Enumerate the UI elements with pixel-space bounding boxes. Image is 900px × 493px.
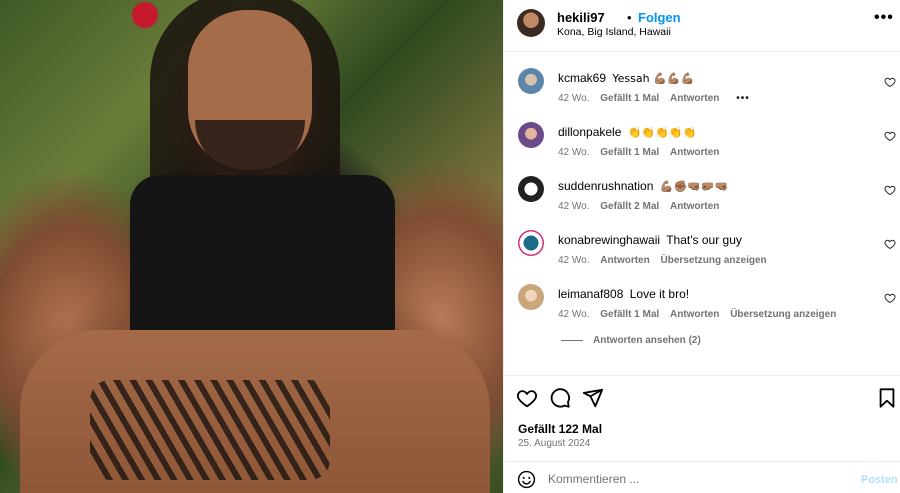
comment-composer: Posten	[504, 461, 900, 493]
commenter-avatar[interactable]	[518, 122, 544, 148]
reply-button[interactable]: Antworten	[670, 201, 719, 212]
comment-item: leimanaf808 Love it bro! 42 Wo. Gefällt …	[504, 268, 900, 322]
send-icon[interactable]	[582, 387, 604, 409]
commenter-username[interactable]: konabrewinghawaii	[558, 233, 660, 247]
post-header: hekili97 • Folgen Kona, Big Island, Hawa…	[504, 0, 900, 52]
heart-icon[interactable]	[884, 76, 896, 88]
post-comment-button[interactable]: Posten	[861, 474, 898, 486]
post-actions: Gefällt 122 Mal 25. August 2024	[504, 375, 900, 460]
comment-text: Yessah 💪🏽💪🏽💪🏽	[612, 72, 695, 85]
bookmark-icon[interactable]	[876, 387, 898, 409]
post-location[interactable]: Kona, Big Island, Hawaii	[557, 26, 671, 38]
commenter-avatar[interactable]	[518, 68, 544, 94]
comment-meta: 42 Wo. Gefällt 2 Mal Antworten	[558, 201, 727, 212]
comment-line: suddenrushnation 💪🏽✊🏽🤜🏽🤛🏽🤜🏽	[558, 179, 728, 193]
comment-likes[interactable]: Gefällt 1 Mal	[600, 309, 659, 320]
commenter-avatar[interactable]	[518, 176, 544, 202]
comment-likes[interactable]: Gefällt 1 Mal	[600, 147, 659, 158]
heart-icon[interactable]	[884, 184, 896, 196]
view-replies-button[interactable]: Antworten ansehen (2)	[561, 335, 701, 346]
comment-meta: 42 Wo. Gefällt 1 Mal Antworten Übersetzu…	[558, 309, 844, 320]
commenter-username[interactable]: dillonpakele	[558, 125, 621, 139]
more-horizontal-icon[interactable]: •••	[874, 9, 894, 27]
heart-icon[interactable]	[884, 292, 896, 304]
comment-likes[interactable]: Gefällt 2 Mal	[600, 201, 659, 212]
comment-meta: 42 Wo. Gefällt 1 Mal Antworten •••	[558, 93, 758, 104]
comment-text: Love it bro!	[629, 287, 690, 301]
reply-button[interactable]: Antworten	[670, 93, 719, 104]
post-side-panel: hekili97 • Folgen Kona, Big Island, Hawa…	[503, 0, 900, 493]
comment-item: kcmak69 Yessah 💪🏽💪🏽💪🏽 42 Wo. Gefällt 1 M…	[504, 52, 900, 106]
comment-item: suddenrushnation 💪🏽✊🏽🤜🏽🤛🏽🤜🏽 42 Wo. Gefäl…	[504, 160, 900, 214]
emoji-icon[interactable]	[517, 470, 536, 489]
follow-button[interactable]: Folgen	[638, 10, 681, 25]
comment-age[interactable]: 42 Wo.	[558, 93, 590, 104]
commenter-avatar[interactable]	[518, 230, 544, 256]
photo-tattoo	[90, 380, 330, 480]
header-separator: •	[627, 10, 632, 25]
comment-likes[interactable]: Gefällt 1 Mal	[600, 93, 659, 104]
comment-meta: 42 Wo. Antworten Übersetzung anzeigen	[558, 255, 775, 266]
likes-count[interactable]: Gefällt 122 Mal	[518, 422, 602, 436]
comment-input[interactable]	[548, 469, 848, 489]
reply-button[interactable]: Antworten	[670, 147, 719, 158]
comment-options-icon[interactable]: •••	[736, 93, 750, 104]
author-username[interactable]: hekili97	[557, 10, 605, 25]
comment-list: kcmak69 Yessah 💪🏽💪🏽💪🏽 42 Wo. Gefällt 1 M…	[504, 52, 900, 374]
comment-item: konabrewinghawaii That's our guy 42 Wo. …	[504, 214, 900, 268]
comment-age[interactable]: 42 Wo.	[558, 201, 590, 212]
comment-age[interactable]: 42 Wo.	[558, 255, 590, 266]
heart-icon[interactable]	[516, 387, 538, 409]
translate-button[interactable]: Übersetzung anzeigen	[661, 255, 767, 266]
author-avatar[interactable]	[517, 9, 545, 37]
post-date[interactable]: 25. August 2024	[518, 438, 590, 449]
comment-age[interactable]: 42 Wo.	[558, 147, 590, 158]
comment-line: konabrewinghawaii That's our guy	[558, 233, 742, 247]
view-replies-label: Antworten ansehen (2)	[593, 335, 701, 346]
commenter-username[interactable]: suddenrushnation	[558, 179, 653, 193]
replies-divider	[561, 339, 583, 341]
comment-text: 👏👏👏👏👏	[627, 126, 697, 139]
commenter-username[interactable]: leimanaf808	[558, 287, 623, 301]
comment-text: That's our guy	[666, 233, 742, 247]
commenter-username[interactable]: kcmak69	[558, 71, 606, 85]
post-photo[interactable]	[0, 0, 503, 493]
commenter-avatar[interactable]	[518, 284, 544, 310]
comment-text: 💪🏽✊🏽🤜🏽🤛🏽🤜🏽	[659, 180, 729, 193]
comment-meta: 42 Wo. Gefällt 1 Mal Antworten	[558, 147, 727, 158]
comment-line: kcmak69 Yessah 💪🏽💪🏽💪🏽	[558, 71, 694, 85]
comment-line: dillonpakele 👏👏👏👏👏	[558, 125, 696, 139]
reply-button[interactable]: Antworten	[670, 309, 719, 320]
heart-icon[interactable]	[884, 130, 896, 142]
heart-icon[interactable]	[884, 238, 896, 250]
comment-icon[interactable]	[549, 387, 571, 409]
reply-button[interactable]: Antworten	[600, 255, 649, 266]
translate-button[interactable]: Übersetzung anzeigen	[730, 309, 836, 320]
comment-age[interactable]: 42 Wo.	[558, 309, 590, 320]
comment-item: dillonpakele 👏👏👏👏👏 42 Wo. Gefällt 1 Mal …	[504, 106, 900, 160]
comment-line: leimanaf808 Love it bro!	[558, 287, 689, 301]
